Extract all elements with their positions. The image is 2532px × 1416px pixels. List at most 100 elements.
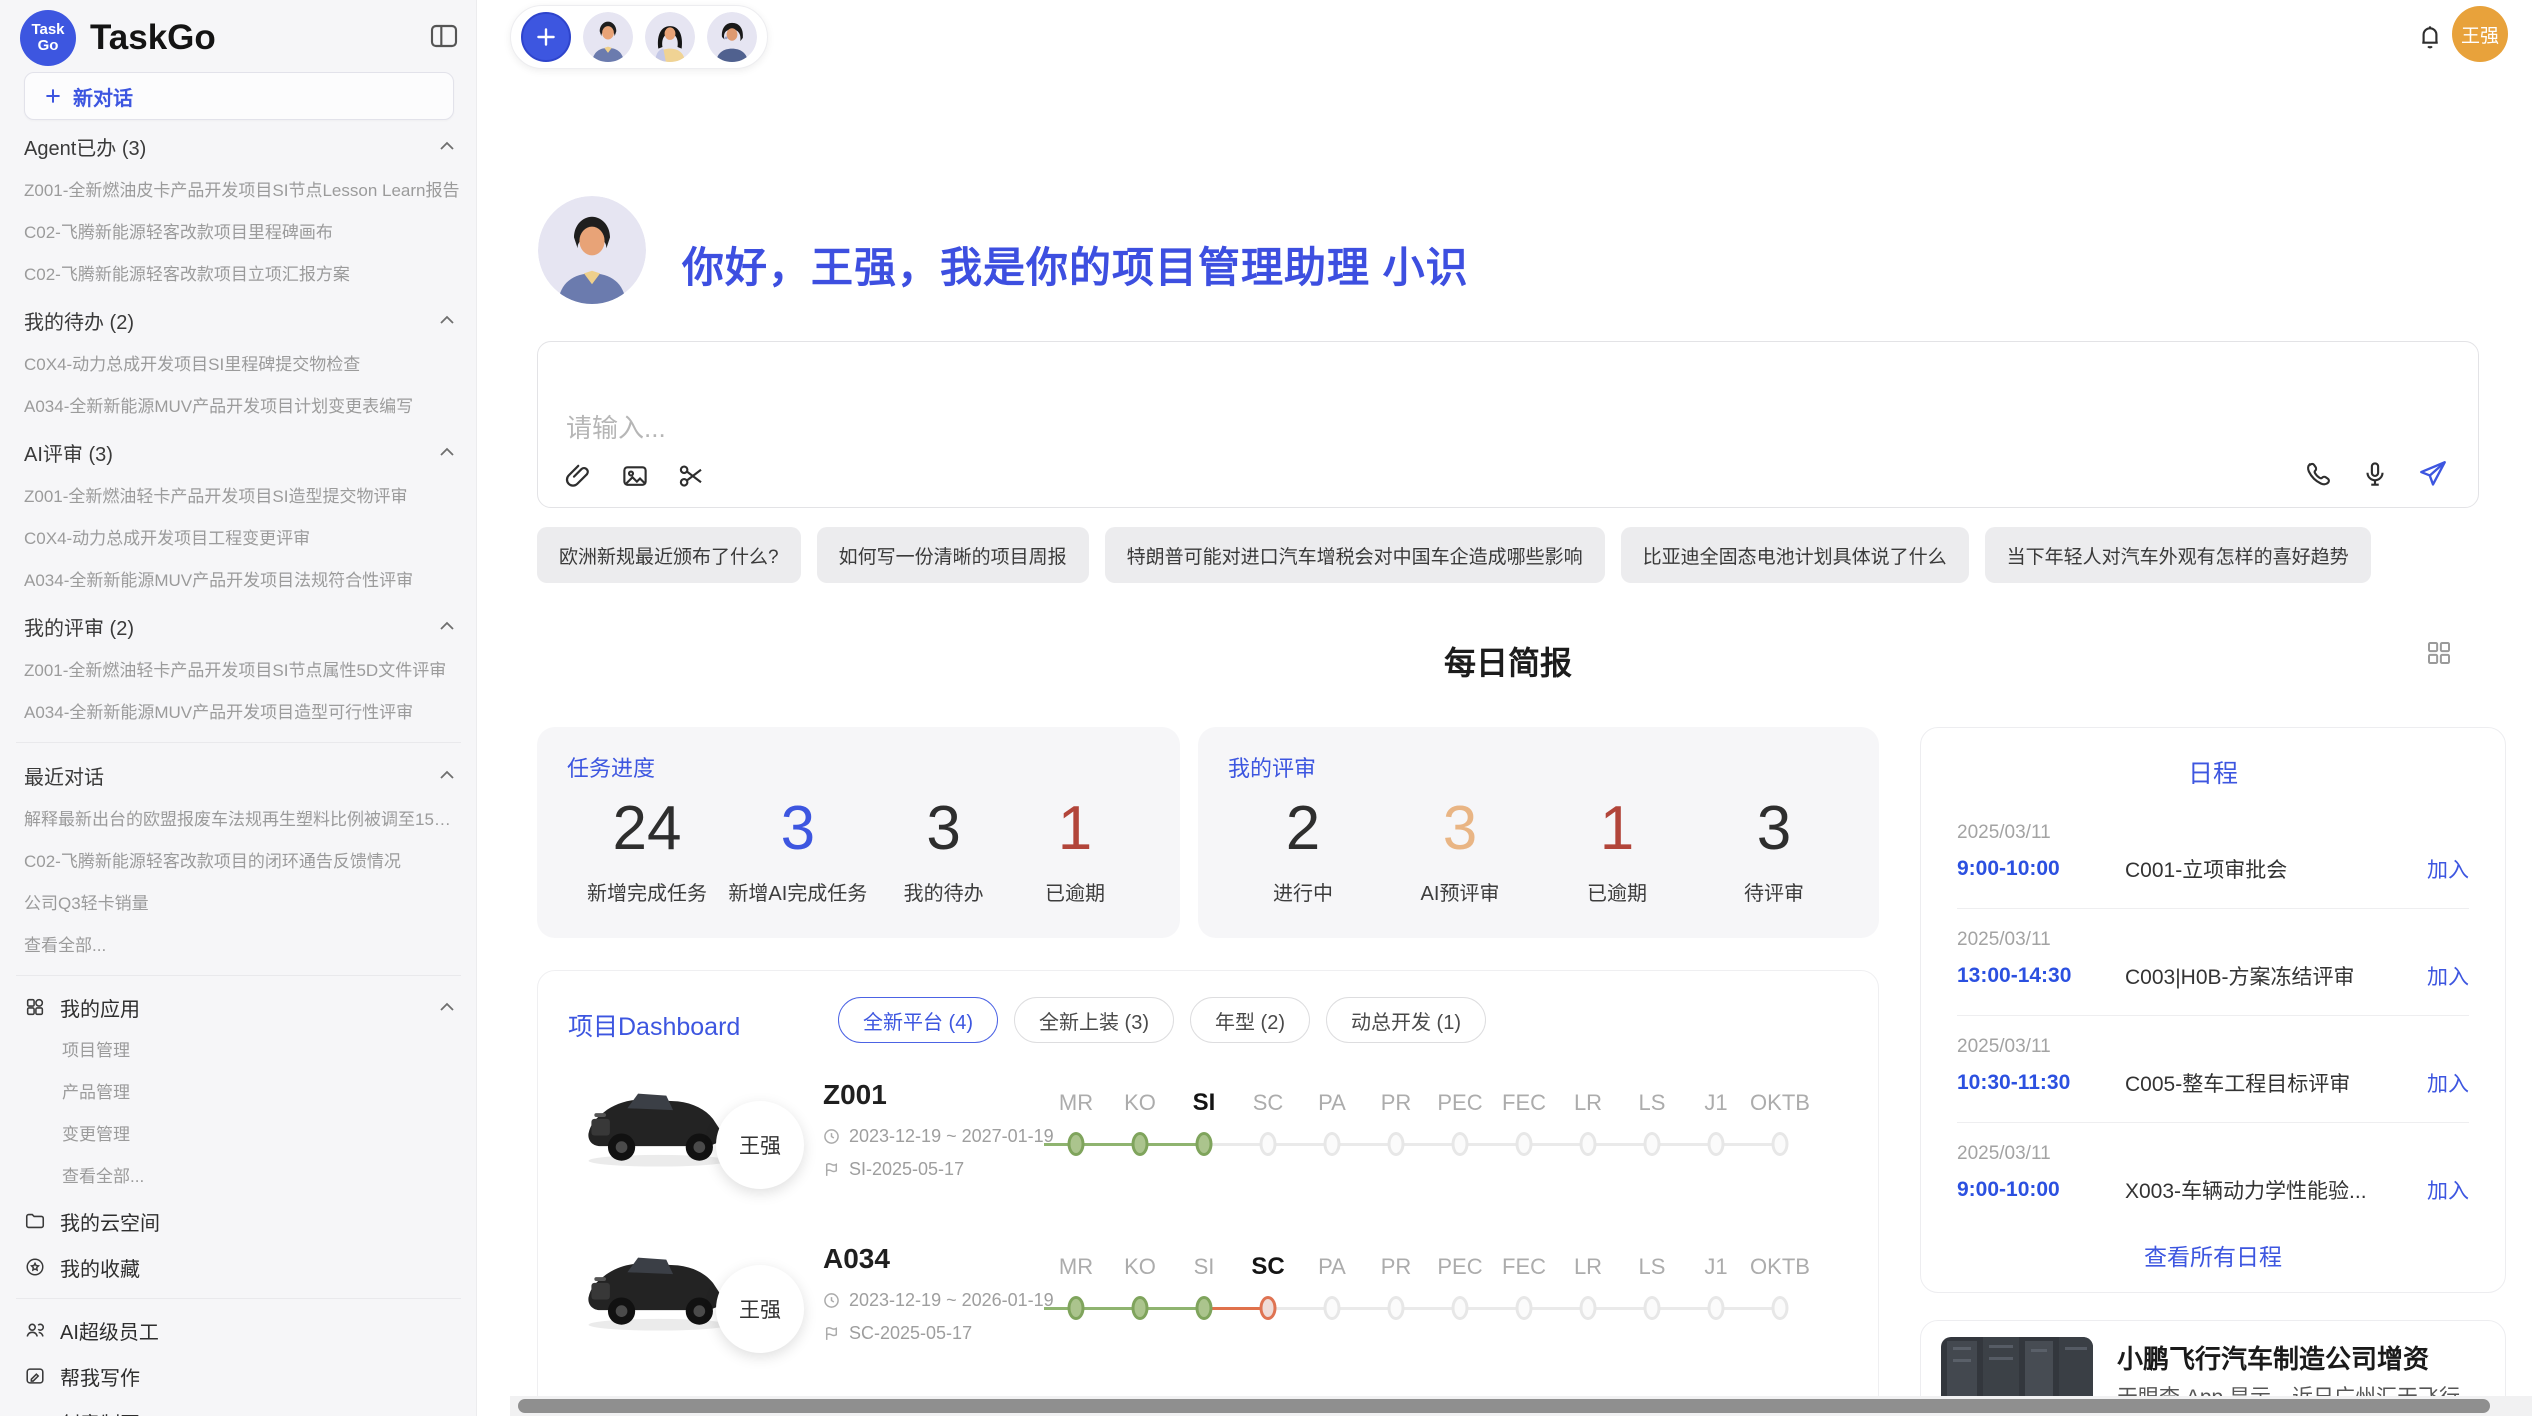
sidebar-item-label: 我的收藏 (60, 1253, 455, 1282)
stat-value: 3 (728, 793, 867, 865)
suggestion-chip[interactable]: 特朗普可能对进口汽车增税会对中国车企造成哪些影响 (1105, 527, 1605, 583)
list-item[interactable]: Z001-全新燃油轻卡产品开发项目SI造型提交物评审 (0, 476, 477, 518)
add-agent-button[interactable] (521, 12, 571, 62)
app-item-product[interactable]: 产品管理 (0, 1072, 477, 1114)
apps-grid-icon (24, 996, 46, 1018)
join-link[interactable]: 加入 (2427, 1175, 2469, 1205)
microphone-icon[interactable] (2360, 459, 2390, 489)
suggestion-chip[interactable]: 比亚迪全固态电池计划具体说了什么 (1621, 527, 1969, 583)
sidebar-item-my-apps[interactable]: 我的应用 (0, 984, 477, 1030)
project-row[interactable]: 王强 A034 2023-12-19 ~ 2026-01-19 SC-2025-… (538, 1213, 1879, 1375)
list-item-view-all[interactable]: 查看全部... (0, 925, 477, 967)
folder-icon (24, 1210, 46, 1232)
app-title: TaskGo (90, 18, 216, 58)
attachment-icon[interactable] (564, 461, 594, 491)
list-item[interactable]: C02-飞腾新能源轻客改款项目的闭环通告反馈情况 (0, 841, 477, 883)
milestone-track: MRKOSISCPAPRPECFECLRLSJ1OKTB (1044, 1089, 1812, 1161)
user-avatar[interactable]: 王强 (2452, 6, 2508, 62)
list-item[interactable]: C02-飞腾新能源轻客改款项目里程碑画布 (0, 212, 477, 254)
avatar[interactable] (583, 12, 633, 62)
plus-icon (533, 24, 559, 50)
dashboard-filters: 全新平台 (4) 全新上装 (3) 年型 (2) 动总开发 (1) (838, 997, 1486, 1043)
milestone-labels: MRKOSISCPAPRPECFECLRLSJ1OKTB (1044, 1089, 1812, 1117)
new-chat-label: 新对话 (73, 82, 133, 111)
stat-pending-review: 3 待评审 (1719, 793, 1829, 906)
stat-label: 待评审 (1719, 877, 1829, 906)
stat-in-progress: 2 进行中 (1248, 793, 1358, 906)
greeting-text: 你好，王强，我是你的项目管理助理 小识 (682, 234, 1469, 295)
suggestion-chip[interactable]: 当下年轻人对汽车外观有怎样的喜好趋势 (1985, 527, 2371, 583)
list-item[interactable]: A034-全新新能源MUV产品开发项目造型可行性评审 (0, 692, 477, 734)
join-link[interactable]: 加入 (2427, 961, 2469, 991)
avatar[interactable] (645, 12, 695, 62)
sidebar-item-favorites[interactable]: 我的收藏 (0, 1244, 477, 1290)
stat-label: 已逾期 (1020, 877, 1130, 906)
sidebar-item-write-helper[interactable]: 帮我写作 (0, 1353, 477, 1399)
filter-chip[interactable]: 年型 (2) (1190, 997, 1310, 1043)
new-chat-button[interactable]: 新对话 (24, 72, 454, 120)
sidebar-item-label: 创意制图 (60, 1408, 455, 1416)
chevron-up-icon (439, 315, 455, 325)
list-item[interactable]: C02-飞腾新能源轻客改款项目立项汇报方案 (0, 254, 477, 296)
task-progress-card: 任务进度 24 新增完成任务 3 新增AI完成任务 3 我的待办 1 已逾期 (537, 727, 1180, 938)
section-my-review[interactable]: 我的评审 (2) (0, 602, 477, 650)
view-all-schedule-link[interactable]: 查看所有日程 (1921, 1238, 2505, 1272)
join-link[interactable]: 加入 (2427, 854, 2469, 884)
section-title: AI评审 (3) (24, 438, 113, 467)
phone-icon[interactable] (2304, 459, 2334, 489)
list-item[interactable]: Z001-全新燃油皮卡产品开发项目SI节点Lesson Learn报告 (0, 170, 477, 212)
notification-bell-icon[interactable] (2414, 20, 2446, 52)
sidebar-sections: Agent已办 (3) Z001-全新燃油皮卡产品开发项目SI节点Lesson … (0, 122, 477, 1416)
sidebar-item-creative-draw[interactable]: 创意制图 (0, 1399, 477, 1416)
list-item[interactable]: 解释最新出台的欧盟报废车法规再生塑料比例被调至15%... (0, 799, 477, 841)
join-link[interactable]: 加入 (2427, 1068, 2469, 1098)
list-item[interactable]: Z001-全新燃油轻卡产品开发项目SI节点属性5D文件评审 (0, 650, 477, 692)
list-item[interactable]: C0X4-动力总成开发项目工程变更评审 (0, 518, 477, 560)
section-my-todo[interactable]: 我的待办 (2) (0, 296, 477, 344)
scissors-icon[interactable] (676, 461, 706, 491)
event-time: 9:00-10:00 (1957, 1178, 2125, 1202)
sidebar-item-label: AI超级员工 (60, 1316, 455, 1345)
send-icon[interactable] (2416, 457, 2450, 491)
milestone-dots (1044, 1127, 1812, 1161)
project-owner-badge: 王强 (716, 1101, 804, 1189)
suggestion-chips: 欧洲新规最近颁布了什么? 如何写一份清晰的项目周报 特朗普可能对进口汽车增税会对… (537, 527, 2482, 583)
card-title: 任务进度 (567, 751, 655, 783)
date-range: 2023-12-19 ~ 2027-01-19 (849, 1126, 1054, 1147)
project-dashboard-card: 项目Dashboard 全新平台 (4) 全新上装 (3) 年型 (2) 动总开… (537, 970, 1879, 1416)
section-agent-done[interactable]: Agent已办 (3) (0, 122, 477, 170)
avatar[interactable] (707, 12, 757, 62)
section-recent-chats[interactable]: 最近对话 (0, 751, 477, 799)
chat-input[interactable]: 请输入... (566, 408, 666, 445)
stat-value: 24 (587, 793, 707, 865)
sidebar-item-ai-employee[interactable]: AI超级员工 (0, 1307, 477, 1353)
sidebar-item-cloud[interactable]: 我的云空间 (0, 1198, 477, 1244)
list-item[interactable]: A034-全新新能源MUV产品开发项目法规符合性评审 (0, 560, 477, 602)
app-item-change[interactable]: 变更管理 (0, 1114, 477, 1156)
app-item-project[interactable]: 项目管理 (0, 1030, 477, 1072)
filter-chip[interactable]: 动总开发 (1) (1326, 997, 1486, 1043)
filter-chip-active[interactable]: 全新平台 (4) (838, 997, 998, 1043)
sidebar-item-label: 帮我写作 (60, 1362, 455, 1391)
event-title: C001-立项审批会 (2125, 854, 2427, 884)
project-row[interactable]: 王强 Z001 2023-12-19 ~ 2027-01-19 SI-2025-… (538, 1049, 1879, 1211)
section-ai-review[interactable]: AI评审 (3) (0, 428, 477, 476)
user-name: 王强 (2461, 21, 2499, 48)
image-upload-icon[interactable] (620, 461, 650, 491)
sidebar-collapse-icon[interactable] (428, 20, 460, 52)
schedule-title: 日程 (1921, 754, 2505, 790)
suggestion-chip[interactable]: 欧洲新规最近颁布了什么? (537, 527, 801, 583)
suggestion-chip[interactable]: 如何写一份清晰的项目周报 (817, 527, 1089, 583)
list-item[interactable]: C0X4-动力总成开发项目SI里程碑提交物检查 (0, 344, 477, 386)
layout-grid-icon[interactable] (2424, 638, 2454, 668)
filter-chip[interactable]: 全新上装 (3) (1014, 997, 1174, 1043)
app-item-view-all[interactable]: 查看全部... (0, 1156, 477, 1198)
horizontal-scrollbar-thumb[interactable] (518, 1399, 2490, 1413)
list-item[interactable]: A034-全新新能源MUV产品开发项目计划变更表编写 (0, 386, 477, 428)
chevron-up-icon (439, 447, 455, 457)
list-item[interactable]: 公司Q3轻卡销量 (0, 883, 477, 925)
sidebar: Task Go TaskGo 新对话 Agent已办 (3) Z001-全新燃油… (0, 0, 477, 1416)
assistant-avatar (538, 196, 646, 304)
event-date: 2025/03/11 (1957, 1143, 2469, 1165)
stat-label: 我的待办 (889, 877, 999, 906)
